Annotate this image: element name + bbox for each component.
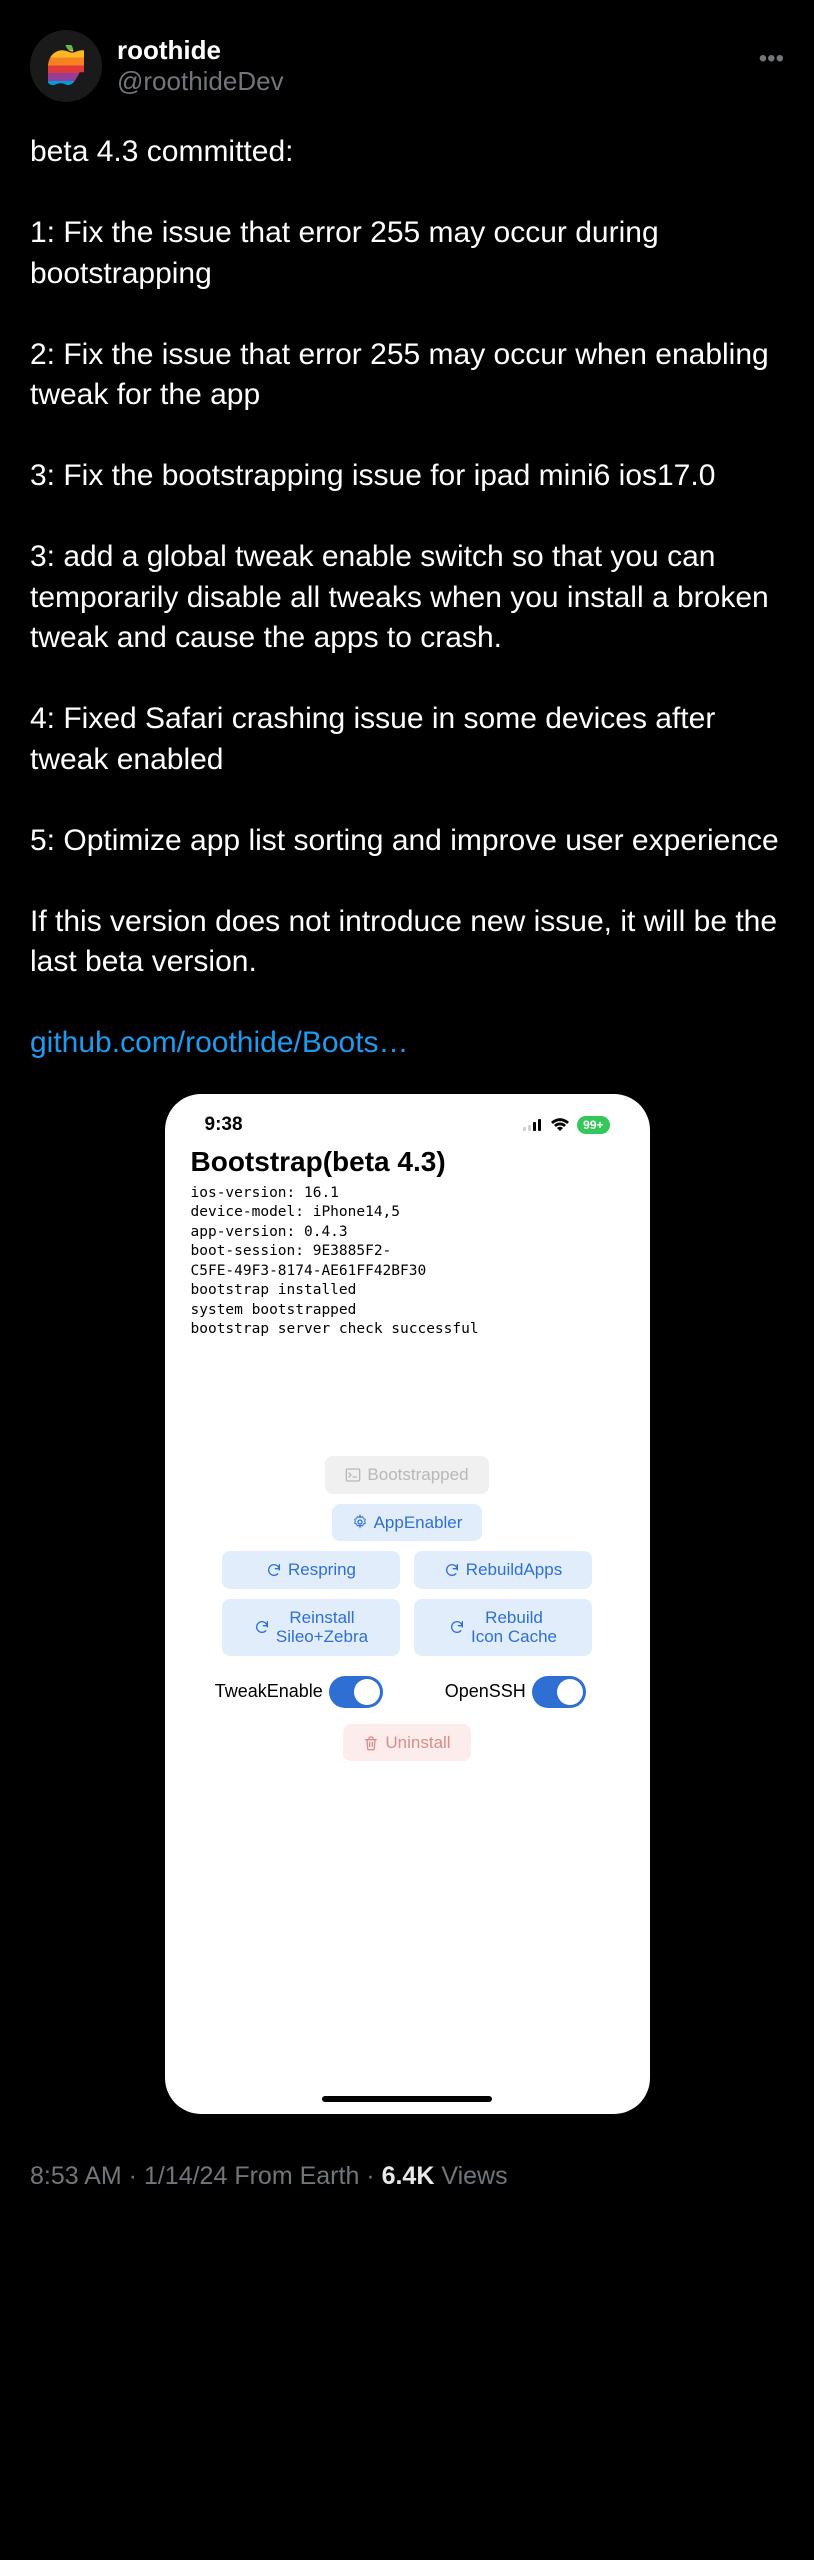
rebuildicon-button[interactable]: Rebuild Icon Cache: [414, 1599, 592, 1656]
openssh-toggle[interactable]: [532, 1676, 586, 1708]
trash-icon: [363, 1735, 379, 1751]
tweakenable-toggle[interactable]: [329, 1676, 383, 1708]
app-title: Bootstrap(beta 4.3): [187, 1144, 628, 1184]
tweet-footer: 8:53 AM · 1/14/24 From Earth · 6.4K View…: [0, 2134, 814, 2221]
appenabler-button[interactable]: AppEnabler: [332, 1504, 483, 1542]
gear-icon: [352, 1514, 368, 1530]
tweakenable-label: TweakEnable: [215, 1681, 323, 1702]
media-attachment[interactable]: 9:38 99+ Bootstrap(beta 4.3) ios-version…: [30, 1094, 784, 2114]
tweet-text: beta 4.3 committed: 1: Fix the issue tha…: [30, 135, 785, 978]
apple-logo-icon: [48, 45, 84, 87]
footer-source: From Earth: [234, 2162, 359, 2190]
statusbar-time: 9:38: [205, 1114, 243, 1136]
tweet-link[interactable]: github.com/roothide/Boots…: [30, 1026, 409, 1059]
refresh-icon: [266, 1562, 282, 1578]
home-indicator: [322, 2096, 492, 2102]
reinstall-button[interactable]: Reinstall Sileo+Zebra: [222, 1599, 400, 1656]
wifi-icon: [551, 1118, 569, 1132]
tweet-body: beta 4.3 committed: 1: Fix the issue tha…: [30, 132, 784, 1064]
uninstall-button[interactable]: Uninstall: [343, 1724, 470, 1762]
display-name[interactable]: roothide: [117, 35, 284, 66]
terminal-icon: [345, 1467, 361, 1483]
battery-badge: 99+: [577, 1116, 609, 1134]
refresh-icon: [444, 1562, 460, 1578]
avatar[interactable]: [30, 30, 102, 102]
views-suffix: Views: [441, 2162, 507, 2190]
phone-screenshot: 9:38 99+ Bootstrap(beta 4.3) ios-version…: [165, 1094, 650, 2114]
tweet-header: roothide @roothideDev •••: [30, 30, 784, 102]
openssh-label: OpenSSH: [445, 1681, 526, 1702]
handle[interactable]: @roothideDev: [117, 66, 284, 97]
statusbar: 9:38 99+: [187, 1110, 628, 1144]
footer-time[interactable]: 8:53 AM: [30, 2162, 122, 2190]
bootstrapped-button: Bootstrapped: [325, 1456, 488, 1494]
bootstrap-log: ios-version: 16.1 device-model: iPhone14…: [187, 1184, 628, 1341]
footer-date[interactable]: 1/14/24: [144, 2162, 227, 2190]
more-icon[interactable]: •••: [759, 45, 784, 73]
refresh-icon: [254, 1619, 270, 1635]
refresh-icon: [449, 1619, 465, 1635]
views-count[interactable]: 6.4K: [382, 2162, 435, 2190]
cellular-icon: [523, 1119, 543, 1131]
respring-button[interactable]: Respring: [222, 1551, 400, 1589]
rebuildapps-button[interactable]: RebuildApps: [414, 1551, 592, 1589]
